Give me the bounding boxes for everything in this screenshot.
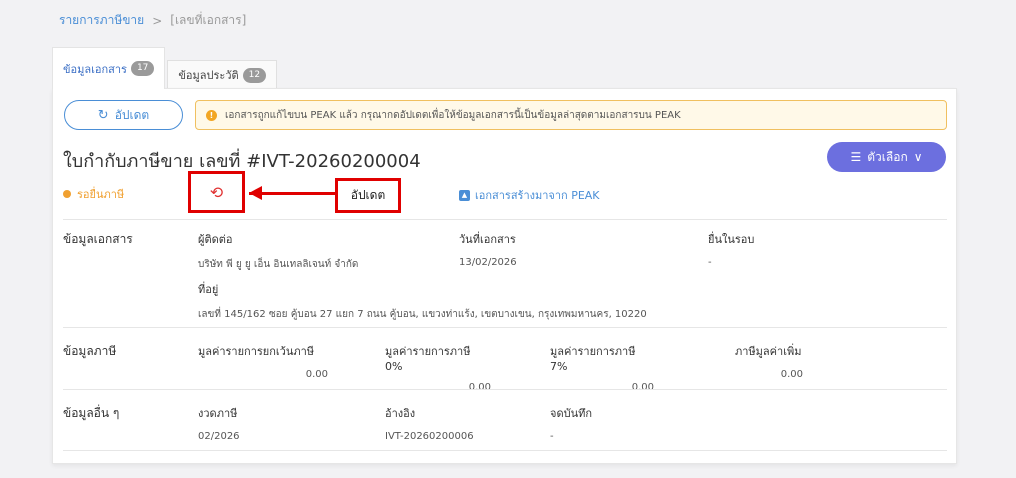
tab-bar: ข้อมูลเอกสาร 17 ข้อมูลประวัติ 12	[52, 47, 279, 89]
field-value: -	[708, 257, 712, 268]
tax-info-section: ข้อมูลภาษี มูลค่ารายการยกเว้นภาษี 0.00 ม…	[63, 327, 947, 393]
field-label: งวดภาษี	[198, 407, 238, 420]
peak-source-link[interactable]: ▲ เอกสารสร้างมาจาก PEAK	[459, 186, 600, 204]
peak-source-label: เอกสารสร้างมาจาก PEAK	[475, 189, 600, 202]
tax-period-field: งวดภาษี 02/2026	[198, 404, 240, 442]
notice-text: เอกสารถูกแก้ไขบน PEAK แล้ว กรุณากดอัปเดต…	[225, 109, 681, 121]
breadcrumb-separator: >	[152, 13, 163, 28]
document-date-field: วันที่เอกสาร 13/02/2026	[459, 230, 517, 268]
breadcrumb-parent-link[interactable]: รายการภาษีขาย	[59, 11, 144, 30]
tab-history[interactable]: ข้อมูลประวัติ 12	[167, 60, 278, 89]
field-value: เลขที่ 145/162 ซอย คู้บอน 27 แยก 7 ถนน ค…	[198, 309, 647, 320]
vat-amount-field: ภาษีมูลค่าเพิ่ม 0.00	[735, 342, 803, 380]
tab-document-info[interactable]: ข้อมูลเอกสาร 17	[52, 47, 166, 89]
update-notice: ! เอกสารถูกแก้ไขบน PEAK แล้ว กรุณากดอัปเ…	[195, 100, 947, 130]
tab-label: ข้อมูลเอกสาร	[63, 62, 127, 76]
field-label: ภาษีมูลค่าเพิ่ม	[735, 345, 802, 358]
tab-count-badge: 12	[242, 67, 267, 83]
field-value: 0.00	[780, 369, 803, 380]
annotation-callout: อัปเดต	[335, 178, 401, 213]
address-field: ที่อยู่ เลขที่ 145/162 ซอย คู้บอน 27 แยก…	[198, 280, 647, 322]
sync-alert-icon: ⟲	[209, 182, 224, 202]
reference-field: อ้างอิง IVT-20260200006	[385, 404, 474, 442]
options-button[interactable]: ☰ ตัวเลือก ∨	[827, 142, 946, 172]
field-label: ยื่นในรอบ	[708, 233, 755, 246]
breadcrumb-current: [เลขที่เอกสาร]	[170, 13, 247, 27]
sync-status-icon-highlight[interactable]: ⟲	[188, 171, 245, 213]
field-label: อ้างอิง	[385, 407, 416, 420]
field-value: -	[550, 431, 554, 442]
refresh-button-label: อัปเดต	[114, 107, 150, 122]
annotation-arrow	[249, 192, 335, 195]
section-label: ข้อมูลเอกสาร	[63, 232, 133, 246]
field-value: 02/2026	[198, 431, 240, 442]
field-label: มูลค่ารายการภาษี 7%	[550, 345, 636, 373]
warning-icon: !	[206, 109, 217, 121]
chevron-down-icon: ∨	[913, 150, 923, 164]
sync-icon: ↻	[97, 107, 109, 123]
contact-field: ผู้ติดต่อ บริษัท พี ยู ยู เอ็น อินเทลลิเ…	[198, 230, 358, 272]
menu-icon: ☰	[850, 150, 862, 164]
status-text: รอยื่นภาษี	[77, 188, 125, 201]
tab-count-badge: 17	[130, 61, 155, 76]
document-panel: ↻ อัปเดต ! เอกสารถูกแก้ไขบน PEAK แล้ว กร…	[52, 88, 957, 464]
field-value: 13/02/2026	[459, 257, 517, 268]
field-label: จดบันทึก	[550, 407, 593, 420]
field-label: วันที่เอกสาร	[459, 233, 516, 246]
field-label: ที่อยู่	[198, 283, 219, 296]
peak-logo-icon: ▲	[459, 189, 470, 201]
section-label: ข้อมูลภาษี	[63, 344, 117, 358]
exempt-amount-field: มูลค่ารายการยกเว้นภาษี 0.00	[198, 342, 328, 380]
field-label: มูลค่ารายการภาษี 0%	[385, 345, 471, 373]
status-badge: รอยื่นภาษี	[63, 185, 124, 203]
zero-rate-amount-field: มูลค่ารายการภาษี 0% 0.00	[385, 342, 491, 393]
seven-percent-amount-field: มูลค่ารายการภาษี 7% 0.00	[550, 342, 654, 393]
field-value: IVT-20260200006	[385, 431, 474, 442]
document-info-section: ข้อมูลเอกสาร ผู้ติดต่อ บริษัท พี ยู ยู เ…	[63, 219, 947, 327]
refresh-button[interactable]: ↻ อัปเดต	[64, 100, 183, 130]
section-label: ข้อมูลอื่น ๆ	[63, 406, 120, 420]
field-label: ผู้ติดต่อ	[198, 233, 233, 246]
filing-round-field: ยื่นในรอบ -	[708, 230, 754, 268]
options-button-label: ตัวเลือก	[867, 149, 908, 164]
breadcrumb: รายการภาษีขาย > [เลขที่เอกสาร]	[59, 11, 246, 30]
field-value: 0.00	[305, 369, 328, 380]
tab-label: ข้อมูลประวัติ	[178, 69, 239, 82]
note-field: จดบันทึก -	[550, 404, 592, 442]
field-label: มูลค่ารายการยกเว้นภาษี	[198, 345, 315, 358]
field-value: บริษัท พี ยู ยู เอ็น อินเทลลิเจนท์ จำกัด	[198, 259, 359, 270]
other-info-section: ข้อมูลอื่น ๆ งวดภาษี 02/2026 อ้างอิง IVT…	[63, 389, 947, 451]
status-dot	[63, 190, 71, 198]
